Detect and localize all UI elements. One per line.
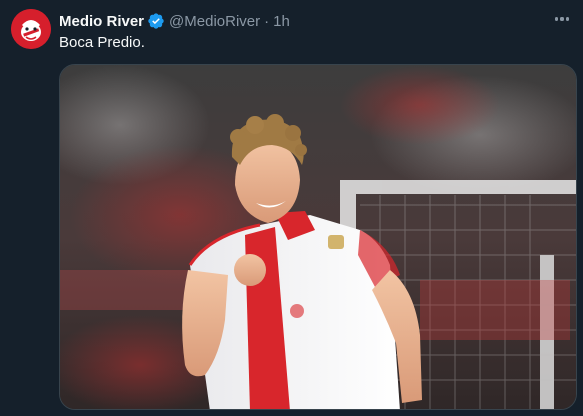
separator-dot: · [264,12,270,30]
timestamp[interactable]: 1h [273,13,290,30]
tweet-text: Boca Predio. [59,34,145,51]
author-name[interactable]: Medio River [59,13,144,30]
river-mascot-icon [11,9,51,49]
more-options-icon[interactable] [551,9,573,29]
player-photo-image [60,65,576,409]
tweet[interactable]: Medio River @MedioRiver · 1h Boca Predio… [0,0,583,416]
verified-badge-icon [147,12,165,30]
author-handle[interactable]: @MedioRiver [169,13,260,30]
tweet-photo[interactable] [59,64,577,410]
avatar[interactable] [11,9,51,49]
tweet-header: Medio River @MedioRiver · 1h [59,11,290,31]
